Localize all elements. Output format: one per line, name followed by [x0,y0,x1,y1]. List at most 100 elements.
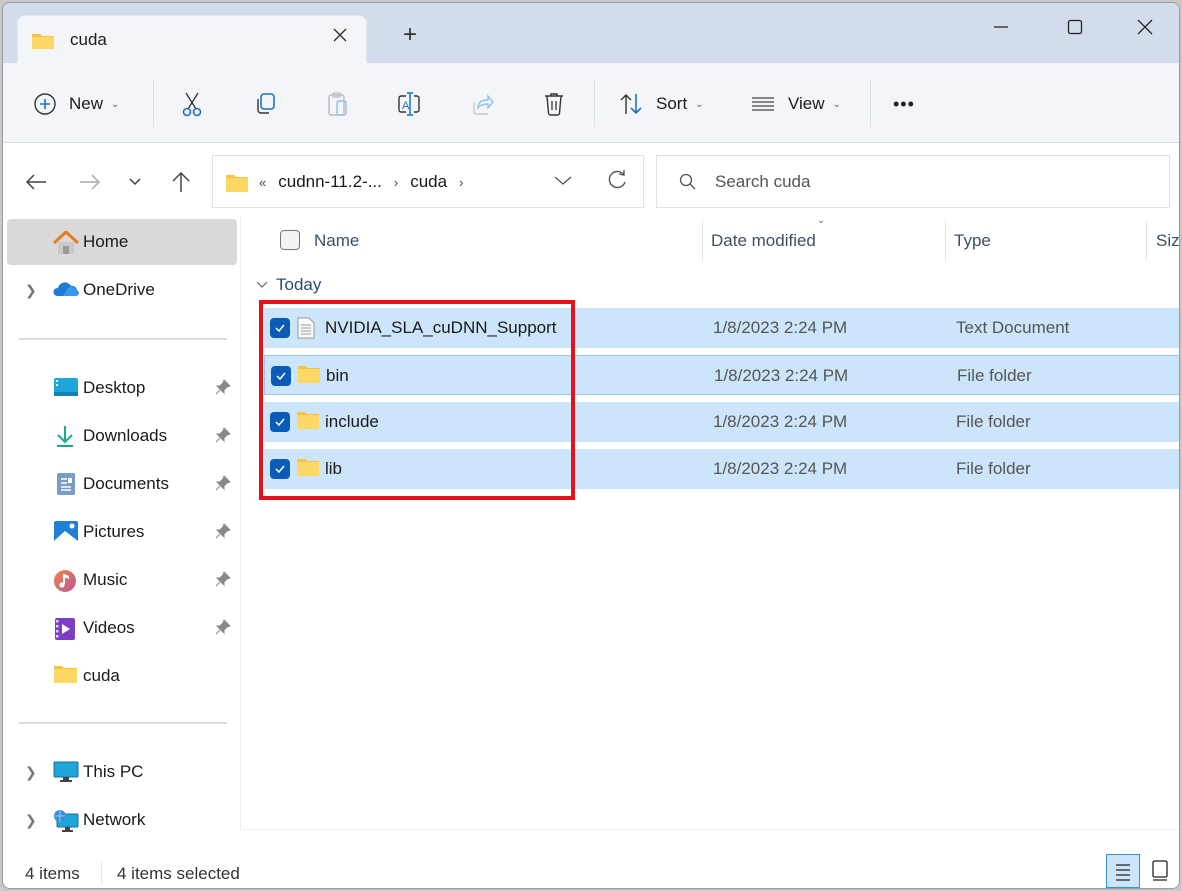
chevron-right-icon[interactable]: › [459,175,463,190]
sidebar-item-music[interactable]: Music [7,557,237,603]
checkmark-icon [275,418,285,427]
row-checkbox[interactable] [270,318,290,338]
sidebar-item-this-pc[interactable]: ❯ This PC [7,749,237,795]
row-checkbox[interactable] [271,366,291,386]
sidebar-item-onedrive[interactable]: ❯ OneDrive [7,267,237,313]
pin-icon[interactable] [215,475,231,496]
select-all-checkbox[interactable] [280,230,300,250]
navigation-bar: « cudnn-11.2-... › cuda › [3,143,1179,217]
minimize-button[interactable] [981,13,1021,41]
sidebar-item-videos[interactable]: Videos [7,605,237,651]
videos-icon [53,617,79,640]
file-list: Name Date modified ⌄ Type Size Today NVI… [242,217,1179,830]
search-input[interactable] [715,168,1145,196]
address-history-dropdown[interactable] [553,170,573,195]
sort-descending-icon: ⌄ [817,217,826,226]
chevron-right-icon[interactable]: ❯ [25,282,37,299]
pin-icon[interactable] [215,619,231,640]
column-resize-handle[interactable] [1146,221,1147,261]
copy-button[interactable] [253,87,277,121]
breadcrumb-item[interactable]: cuda [410,172,447,192]
folder-icon [296,411,320,436]
column-header-date-modified[interactable]: Date modified ⌄ [711,217,825,265]
sidebar-item-home[interactable]: Home [7,219,237,265]
view-icon [752,97,774,111]
large-icons-view-button[interactable] [1143,854,1177,888]
pin-icon[interactable] [215,427,231,448]
rename-button[interactable]: A [396,87,422,121]
file-row[interactable]: lib 1/8/2023 2:24 PM File folder [264,449,1179,489]
new-button[interactable]: New ⌄ [33,87,119,121]
column-header-type[interactable]: Type [954,217,991,265]
file-name: lib [325,459,343,478]
sidebar-item-cuda[interactable]: cuda [7,653,237,699]
selected-count: 4 items selected [117,864,240,883]
recent-locations-button[interactable] [120,167,150,197]
sort-label: Sort [656,94,688,113]
horizontal-scrollbar[interactable] [242,829,1179,830]
column-resize-handle[interactable] [702,221,703,261]
breadcrumb-overflow[interactable]: « [259,175,266,190]
documents-icon [53,473,79,495]
sidebar-item-network[interactable]: ❯ Network [7,797,237,843]
sidebar-item-label: Home [83,232,129,251]
chevron-right-icon[interactable]: ❯ [25,764,37,781]
sidebar-item-label: Videos [83,618,135,637]
refresh-button[interactable] [606,169,628,196]
new-tab-button[interactable]: + [403,23,417,47]
breadcrumb-item[interactable]: cudnn-11.2-... [278,172,382,192]
delete-button[interactable] [542,87,566,121]
chevron-down-icon [129,178,141,186]
arrow-up-icon [172,171,190,192]
sort-button[interactable]: Sort ⌄ [618,87,704,121]
file-row[interactable]: NVIDIA_SLA_cuDNN_Support 1/8/2023 2:24 P… [264,308,1179,348]
forward-button[interactable] [75,167,105,197]
tab-cuda[interactable]: cuda [17,15,367,65]
file-row[interactable]: include 1/8/2023 2:24 PM File folder [264,402,1179,442]
cut-button[interactable] [180,87,204,121]
file-type: File folder [956,412,1031,431]
chevron-right-icon[interactable]: › [394,175,398,190]
group-label: Today [276,275,322,294]
more-options-button[interactable]: ••• [893,87,915,121]
paste-button[interactable] [326,87,350,121]
up-button[interactable] [166,167,196,197]
view-button[interactable]: View ⌄ [750,87,841,121]
chevron-down-icon: ⌄ [111,98,120,110]
downloads-icon [53,425,79,447]
sidebar-item-downloads[interactable]: Downloads [7,413,237,459]
checkmark-icon [275,465,285,474]
view-label: View [788,94,825,113]
sidebar-item-desktop[interactable]: Desktop [7,365,237,411]
file-type: File folder [957,366,1032,385]
sidebar-item-documents[interactable]: Documents [7,461,237,507]
arrow-right-icon [80,174,101,190]
pin-icon[interactable] [215,571,231,592]
copy-icon [257,93,275,114]
address-bar[interactable]: « cudnn-11.2-... › cuda › [212,155,644,208]
share-button[interactable] [470,87,494,121]
pin-icon[interactable] [215,379,231,400]
group-header-today[interactable]: Today [256,275,321,295]
refresh-icon [608,170,626,189]
row-checkbox[interactable] [270,412,290,432]
file-date: 1/8/2023 2:24 PM [713,318,848,337]
sidebar-item-pictures[interactable]: Pictures [7,509,237,555]
file-row[interactable]: bin 1/8/2023 2:24 PM File folder [264,355,1179,395]
chevron-right-icon[interactable]: ❯ [25,812,37,829]
file-date: 1/8/2023 2:24 PM [714,366,849,385]
divider [101,862,102,884]
file-name: NVIDIA_SLA_cuDNN_Support [325,318,557,337]
close-icon [333,28,347,42]
pin-icon[interactable] [215,523,231,544]
column-resize-handle[interactable] [945,221,946,261]
column-header-size[interactable]: Size [1156,217,1179,265]
tab-close-button[interactable] [332,26,348,49]
row-checkbox[interactable] [270,459,290,479]
maximize-button[interactable] [1055,13,1095,41]
close-window-button[interactable] [1125,13,1165,41]
column-header-name[interactable]: Name [314,217,359,265]
details-view-button[interactable] [1106,854,1140,888]
back-button[interactable] [21,167,51,197]
music-icon [53,569,79,592]
